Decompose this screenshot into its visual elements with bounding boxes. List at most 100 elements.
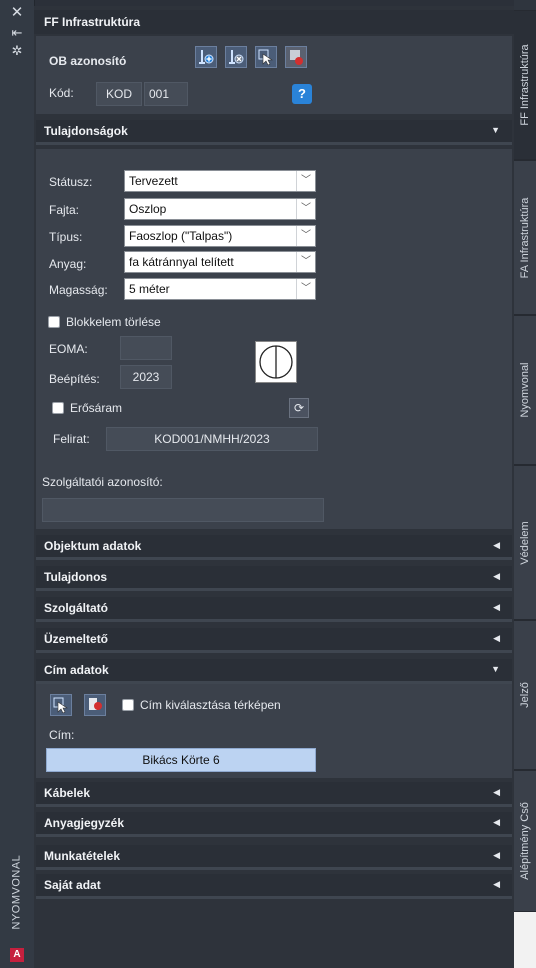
tab-fa-infrastruktura[interactable]: FA Infrastruktúra xyxy=(514,160,536,315)
cim-label: Cím: xyxy=(49,728,75,742)
eoma-label: EOMA: xyxy=(49,342,88,356)
palette-name: NYOMVONAL xyxy=(10,854,23,930)
kod-number-field[interactable]: 001 xyxy=(144,82,188,106)
section-objektum-adatok[interactable]: Objektum adatok ◀ xyxy=(36,535,512,560)
erosaram-label: Erősáram xyxy=(70,401,123,415)
tipus-label: Típus: xyxy=(49,230,83,244)
help-button[interactable]: ? xyxy=(292,84,312,104)
blokkelem-label: Blokkelem törlése xyxy=(66,315,161,329)
section-title: Szolgáltató xyxy=(44,601,109,615)
magassag-select[interactable]: 5 méter ﹀ xyxy=(124,278,316,300)
statusz-label: Státusz: xyxy=(49,175,93,189)
beepites-field[interactable]: 2023 xyxy=(120,365,172,389)
pole-symbol-icon xyxy=(259,345,293,379)
chevron-left-icon: ◀ xyxy=(493,817,500,827)
erosaram-checkbox[interactable] xyxy=(52,402,64,414)
felirat-field[interactable]: KOD001/NMHH/2023 xyxy=(106,427,318,451)
pole-symbol-preview xyxy=(255,341,297,383)
cim-terkep-label: Cím kiválasztása térképen xyxy=(140,698,281,712)
refresh-button[interactable]: ⟳ xyxy=(289,398,309,418)
tab-alepitmeny-cso[interactable]: Alépítmény Cső xyxy=(514,770,536,912)
chevron-left-icon: ◀ xyxy=(493,633,500,643)
section-munkatetelek[interactable]: Munkatételek ◀ xyxy=(36,845,512,870)
felirat-label: Felirat: xyxy=(53,432,90,446)
section-anyagjegyzek[interactable]: Anyagjegyzék ◀ xyxy=(36,812,512,837)
tab-label: FA Infrastruktúra xyxy=(519,197,531,278)
pick-on-map-button[interactable] xyxy=(255,46,277,68)
beepites-label: Beépítés: xyxy=(49,372,100,386)
blokkelem-checkbox[interactable] xyxy=(48,316,60,328)
pin-icon[interactable]: ⇤ xyxy=(8,26,26,40)
fajta-select[interactable]: Oszlop ﹀ xyxy=(124,198,316,220)
fajta-value: Oszlop xyxy=(129,202,167,216)
cim-terkep-checkbox[interactable] xyxy=(122,699,134,711)
section-title: Tulajdonságok xyxy=(44,124,128,138)
section-tulajdonos[interactable]: Tulajdonos ◀ xyxy=(36,566,512,591)
statusz-select[interactable]: Tervezett ﹀ xyxy=(124,170,316,192)
tipus-select[interactable]: Faoszlop ("Talpas") ﹀ xyxy=(124,225,316,247)
section-kabelek[interactable]: Kábelek ◀ xyxy=(36,782,512,807)
anyag-label: Anyag: xyxy=(49,257,87,271)
ob-label: OB azonosító xyxy=(49,54,127,68)
szolgaltatoi-azonosito-field[interactable] xyxy=(42,498,324,522)
anyag-value: fa kátránnyal telített xyxy=(129,255,234,269)
chevron-down-icon: ▼ xyxy=(491,125,500,135)
chevron-left-icon: ◀ xyxy=(493,602,500,612)
magassag-value: 5 méter xyxy=(129,282,170,296)
section-title: Tulajdonos xyxy=(44,570,108,584)
eoma-field[interactable] xyxy=(120,336,172,360)
chevron-left-icon: ◀ xyxy=(493,879,500,889)
section-tulajdonsagok[interactable]: Tulajdonságok ▼ xyxy=(36,120,512,145)
delete-object-icon xyxy=(290,50,303,65)
section-title: Saját adat xyxy=(44,878,101,892)
left-palette-strip: ✕ ⇤ ✲ NYOMVONAL A xyxy=(0,0,35,968)
chevron-down-icon: ﹀ xyxy=(296,171,315,191)
tab-label: Nyomvonal xyxy=(519,362,531,418)
tab-nyomvonal[interactable]: Nyomvonal xyxy=(514,315,536,465)
pick-address-button[interactable] xyxy=(50,694,72,716)
kod-prefix-field[interactable]: KOD xyxy=(96,82,142,106)
insert-object-button[interactable] xyxy=(195,46,217,68)
tab-label: FF Infrastruktúra xyxy=(519,44,531,126)
tipus-value: Faoszlop ("Talpas") xyxy=(129,229,233,243)
delete-object-button[interactable] xyxy=(285,46,307,68)
tab-label: Védelem xyxy=(519,520,531,565)
section-title: Kábelek xyxy=(44,786,91,800)
chevron-left-icon: ◀ xyxy=(493,540,500,550)
section-title: Üzemeltető xyxy=(44,632,109,646)
statusz-value: Tervezett xyxy=(129,174,178,188)
select-object-icon xyxy=(229,50,244,64)
tab-label: Alépítmény Cső xyxy=(519,802,531,880)
anyag-select[interactable]: fa kátránnyal telített ﹀ xyxy=(124,251,316,273)
chevron-down-icon: ﹀ xyxy=(296,226,315,246)
tab-jelzo[interactable]: Jelző xyxy=(514,620,536,770)
close-icon[interactable]: ✕ xyxy=(8,5,26,20)
clear-address-button[interactable] xyxy=(84,694,106,716)
refresh-icon: ⟳ xyxy=(293,401,305,415)
kod-label: Kód: xyxy=(49,86,74,100)
chevron-left-icon: ◀ xyxy=(493,787,500,797)
section-szolgaltato[interactable]: Szolgáltató ◀ xyxy=(36,597,512,622)
delete-address-icon xyxy=(89,698,102,710)
tab-ff-infrastruktura[interactable]: FF Infrastruktúra xyxy=(514,10,536,160)
section-uzemelteto[interactable]: Üzemeltető ◀ xyxy=(36,628,512,653)
tab-vedelem[interactable]: Védelem xyxy=(514,465,536,620)
tab-label: Jelző xyxy=(519,682,531,708)
right-tab-empty xyxy=(514,912,536,968)
fajta-label: Fajta: xyxy=(49,203,80,217)
cursor-pick-icon xyxy=(258,49,273,65)
chevron-left-icon: ◀ xyxy=(493,850,500,860)
section-title: Cím adatok xyxy=(44,663,109,677)
section-title: Objektum adatok xyxy=(44,539,142,553)
chevron-down-icon: ﹀ xyxy=(296,199,315,219)
section-cim-adatok[interactable]: Cím adatok ▼ xyxy=(36,659,512,684)
section-sajat-adat[interactable]: Saját adat ◀ xyxy=(36,874,512,899)
chevron-left-icon: ◀ xyxy=(493,571,500,581)
panel-empty-area xyxy=(36,902,512,968)
section-title: Anyagjegyzék xyxy=(44,816,125,830)
select-object-button[interactable] xyxy=(225,46,247,68)
settings-icon[interactable]: ✲ xyxy=(8,44,26,58)
section-title: Munkatételek xyxy=(44,849,121,863)
cim-value-field[interactable]: Bikács Körte 6 xyxy=(46,748,316,772)
autocad-logo-icon: A xyxy=(10,948,24,962)
